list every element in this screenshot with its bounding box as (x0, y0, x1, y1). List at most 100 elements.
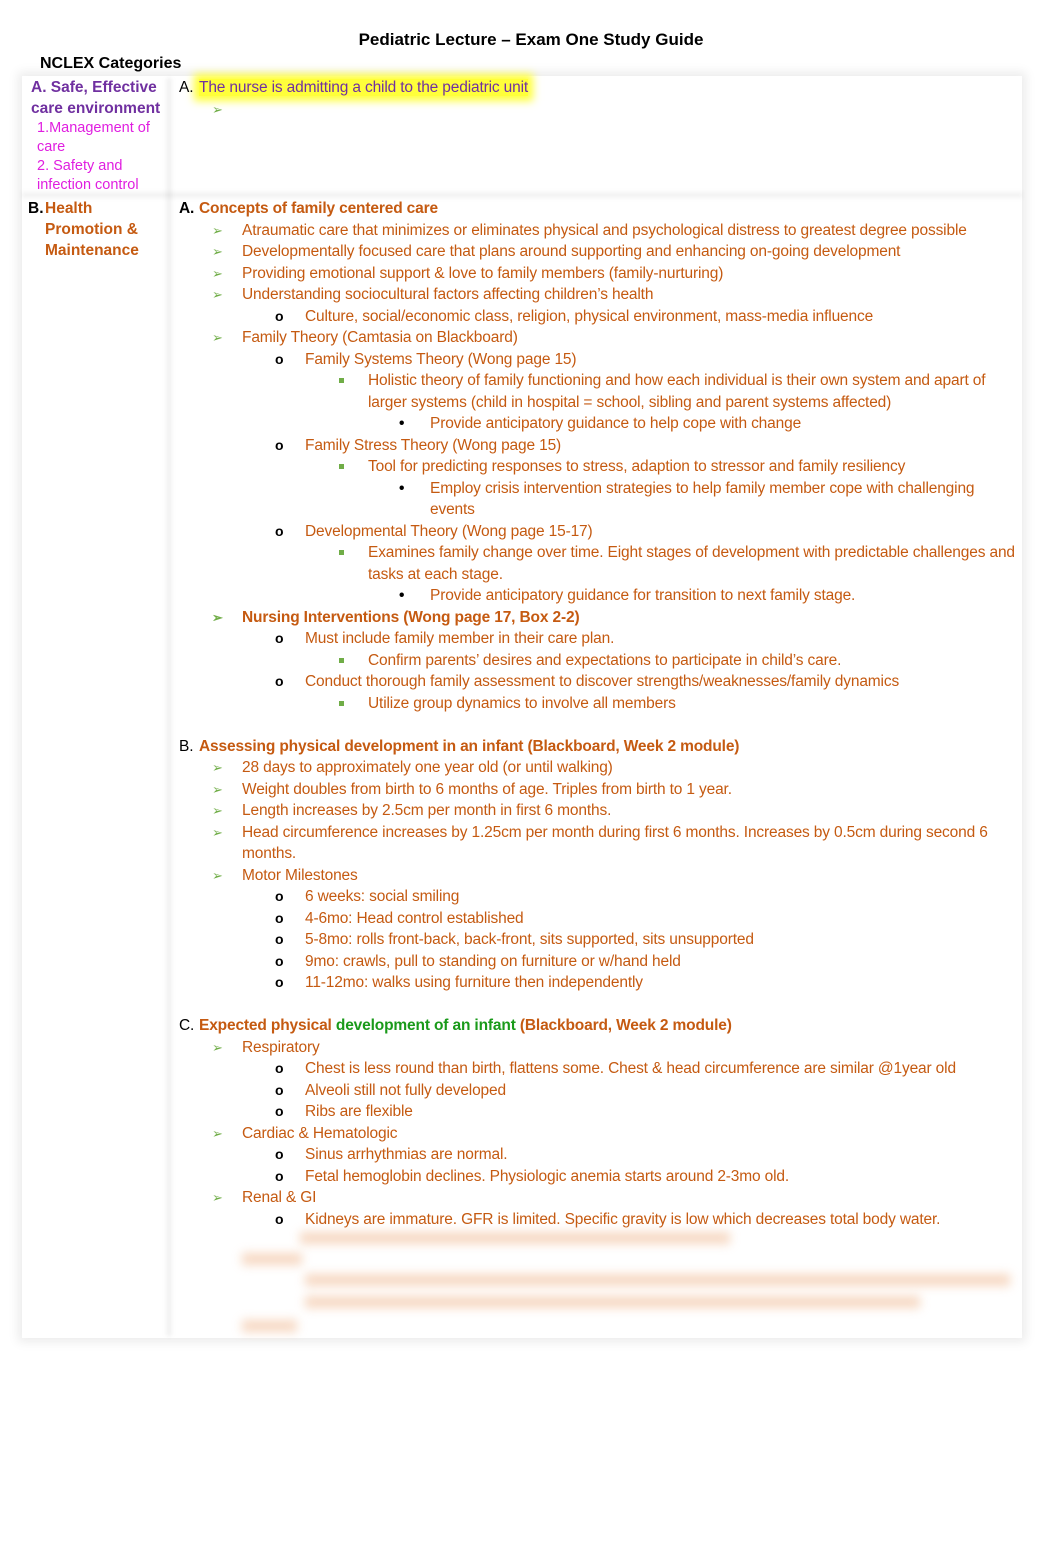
list-item-text: Developmentally focused care that plans … (242, 243, 901, 260)
section-title: Expected physical development of an infa… (199, 1015, 1019, 1037)
section-heading: C. Expected physical development of an in… (179, 1015, 1019, 1037)
o-bullet-icon: o (275, 1060, 284, 1076)
arrowhead-bullet-icon: ➢ (212, 265, 223, 281)
square-bullet-icon (339, 464, 344, 469)
list-item: o Culture, social/economic class, religio… (179, 306, 1019, 328)
section-marker: B. (179, 737, 194, 755)
list-item-text: Alveoli still not fully developed (305, 1081, 506, 1099)
list-item-text: Employ crisis intervention strategies to… (430, 479, 975, 519)
section-title-part: (Blackboard, Week 2 module) (515, 1017, 732, 1034)
o-bullet-icon: o (275, 630, 284, 646)
section-heading: B. Assessing physical development in an i… (179, 736, 1019, 758)
blurred-text (242, 1320, 297, 1332)
list-item: Confirm parents’ desires and expectation… (179, 650, 1019, 672)
square-bullet-icon (339, 657, 344, 663)
arrowhead-bullet-icon: ➢ (212, 760, 223, 775)
section-title-part: Assessing physical development in an inf… (199, 737, 740, 755)
o-bullet-icon: o (275, 673, 284, 689)
o-bullet-icon: o (275, 522, 284, 539)
o-bullet-icon: o (275, 952, 284, 969)
blurred-text (305, 1296, 920, 1308)
arrowhead-bullet-icon: ➢ (212, 609, 223, 625)
list-item: Utilize group dynamics to involve all me… (179, 693, 1019, 715)
arrowhead-bullet-icon: ➢ (212, 101, 223, 117)
o-bullet-icon: o (275, 909, 284, 926)
list-item: ➢ Atraumatic care that minimizes or elimi… (179, 220, 1019, 242)
list-item: ➢ Motor Milestones (179, 865, 1019, 887)
list-item: ➢ Understanding sociocultural factors aff… (179, 284, 1019, 306)
list-item: o Family Systems Theory (Wong page 15) (179, 349, 1019, 371)
arrowhead-bullet-icon: ➢ (212, 1125, 223, 1141)
arrowhead-bullet-icon: ➢ (212, 867, 223, 883)
list-item-text: 6 weeks: social smiling (305, 888, 460, 905)
o-bullet-icon: o (275, 1103, 284, 1119)
list-item-text: Cardiac & Hematologic (242, 1124, 398, 1142)
list-item: ➢ Length increases by 2.5cm per month in … (179, 800, 1019, 822)
arrowhead-bullet-icon: ➢ (212, 330, 223, 345)
list-item-text: Tool for predicting responses to stress,… (368, 458, 906, 475)
square-bullet-icon (339, 700, 344, 706)
list-item: • Provide anticipatory guidance for trans… (179, 585, 1019, 607)
list-item: ➢ Weight doubles from birth to 6 months o… (179, 779, 1019, 801)
o-bullet-icon: o (275, 436, 284, 453)
blurred-text (300, 1232, 730, 1244)
square-bullet-icon (339, 550, 344, 555)
list-item-text: Nursing Interventions (Wong page 17, Box… (242, 608, 580, 626)
list-item-text: Family Systems Theory (Wong page 15) (305, 350, 577, 368)
list-item-text: Fetal hemoglobin declines. Physiologic a… (305, 1167, 790, 1185)
dot-bullet-icon: • (399, 479, 405, 497)
subcategory-safety-infection-control: 2. Safety and infection control (37, 158, 139, 193)
list-item-text: 28 days to approximately one year old (o… (242, 759, 613, 776)
section-title-part: Concepts of family centered care (199, 200, 438, 217)
blurred-text (305, 1274, 1010, 1286)
section-title-part: development of an infant (335, 1017, 516, 1034)
arrowhead-bullet-icon: ➢ (212, 781, 223, 797)
list-item-text: Family Theory (Camtasia on Blackboard) (242, 329, 518, 346)
list-item: ➢ Respiratory (179, 1037, 1019, 1059)
list-item-text: Length increases by 2.5cm per month in f… (242, 802, 612, 819)
list-item-text: Respiratory (242, 1038, 320, 1056)
list-item: o 5-8mo: rolls front-back, back-front, si… (179, 929, 1019, 951)
list-item-text: Utilize group dynamics to involve all me… (368, 694, 676, 712)
row-a-heading: A. The nurse is admitting a child to the… (179, 77, 1019, 99)
row-a-marker: A. (179, 79, 194, 96)
arrowhead-bullet-icon: ➢ (212, 244, 223, 259)
o-bullet-icon: o (275, 888, 284, 904)
list-item-text: 5-8mo: rolls front-back, back-front, sit… (305, 931, 754, 948)
list-item-text: Holistic theory of family functioning an… (368, 372, 986, 411)
document-title: Pediatric Lecture – Exam One Study Guide (358, 30, 704, 49)
arrowhead-bullet-icon: ➢ (212, 803, 223, 818)
section-title: Concepts of family centered care (199, 198, 1019, 220)
arrowhead-bullet-icon: ➢ (212, 1039, 223, 1055)
section-marker: C. (179, 1017, 195, 1034)
list-item: ➢ Nursing Interventions (Wong page 17, Bo… (179, 607, 1019, 629)
row-b-content: A. Concepts of family centered care ➢ Atrau… (179, 198, 1019, 1230)
square-bullet-icon (339, 378, 344, 383)
list-item: Examines family change over time. Eight … (179, 542, 1019, 585)
category-health-promotion: B. Health Promotion & Maintenance (28, 198, 163, 261)
list-item-text: Weight doubles from birth to 6 months of… (242, 780, 732, 798)
list-item-text: Examines family change over time. Eight … (368, 544, 1015, 583)
list-item: o Developmental Theory (Wong page 15-17) (179, 521, 1019, 543)
nclex-categories-header: NCLEX Categories (40, 55, 182, 72)
list-item-text: Confirm parents’ desires and expectation… (368, 651, 842, 669)
list-item: • Provide anticipatory guidance to help c… (179, 413, 1019, 435)
list-item-text: Provide anticipatory guidance to help co… (430, 415, 802, 432)
list-item: ➢ Renal & GI (179, 1187, 1019, 1209)
list-item: o 9mo: crawls, pull to standing on furnit… (179, 951, 1019, 973)
column-divider (166, 78, 172, 1336)
list-item-text: 11-12mo: walks using furniture then inde… (305, 974, 643, 991)
o-bullet-icon: o (275, 1210, 284, 1227)
category-safe-effective-care: A. Safe, Effective care environment 1.Ma… (31, 77, 166, 195)
list-item-text: 9mo: crawls, pull to standing on furnitu… (305, 952, 681, 970)
arrowhead-bullet-icon: ➢ (212, 1190, 223, 1205)
dot-bullet-icon: • (399, 415, 405, 432)
o-bullet-icon: o (275, 1146, 284, 1162)
list-item-text: Family Stress Theory (Wong page 15) (305, 436, 562, 454)
list-item-text: 4-6mo: Head control established (305, 909, 524, 927)
list-item-text: Renal & GI (242, 1189, 317, 1206)
list-item: o Must include family member in their car… (179, 628, 1019, 650)
list-item: ➢ Developmentally focused care that plans… (179, 241, 1019, 263)
